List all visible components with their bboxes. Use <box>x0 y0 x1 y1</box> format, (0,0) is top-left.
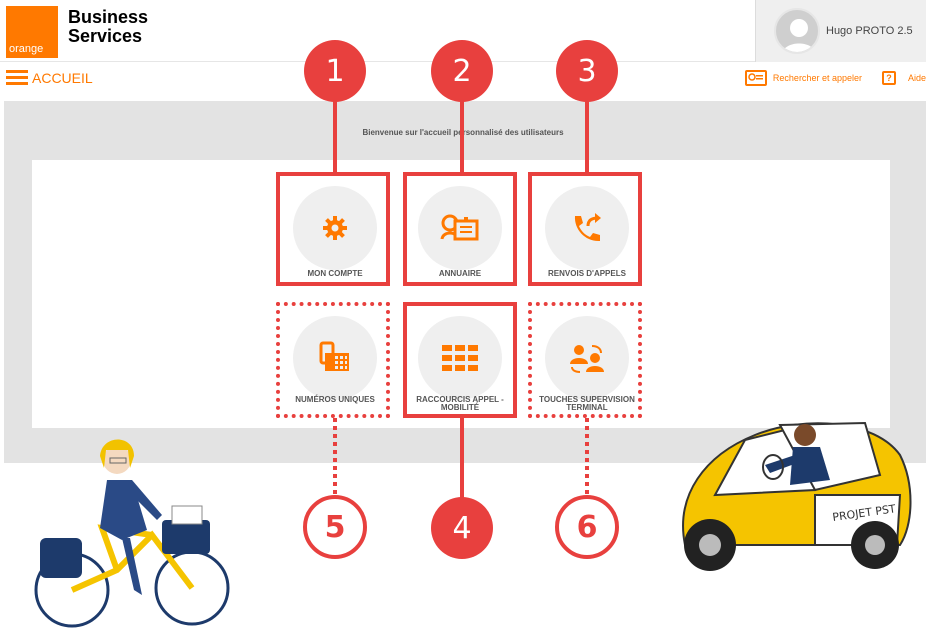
hamburger-menu-icon[interactable] <box>6 70 28 86</box>
badge-6: 6 <box>555 495 619 559</box>
highlight-frame-3 <box>528 172 642 286</box>
badge-4: 4 <box>431 497 493 559</box>
brand-line-2: Services <box>68 26 143 46</box>
help-link[interactable]: Aide <box>908 73 926 83</box>
connector-6 <box>585 418 589 498</box>
highlight-frame-6 <box>528 302 642 418</box>
help-icon[interactable]: ? <box>881 71 896 85</box>
user-menu[interactable]: Hugo PROTO 2.5 <box>755 0 926 62</box>
highlight-frame-2 <box>403 172 517 286</box>
brand-name: Business Services <box>68 8 148 46</box>
search-call-link[interactable]: Rechercher et appeler <box>773 73 862 83</box>
highlight-frame-4 <box>403 302 517 418</box>
badge-3: 3 <box>556 40 618 102</box>
highlight-frame-1 <box>276 172 390 286</box>
avatar[interactable] <box>774 8 820 54</box>
brand-line-1: Business <box>68 7 149 27</box>
page: { "header": { "logo_text": "orange", "br… <box>0 0 926 641</box>
highlight-frame-5 <box>276 302 390 418</box>
badge-2: 2 <box>431 40 493 102</box>
connector-5 <box>333 418 337 498</box>
badge-1: 1 <box>304 40 366 102</box>
user-name: Hugo PROTO 2.5 <box>826 25 913 37</box>
page-title[interactable]: ACCUEIL <box>32 70 93 86</box>
connector-2 <box>460 100 464 172</box>
postman-car-illustration: PROJET PST <box>682 421 912 571</box>
user-silhouette-icon <box>782 19 816 52</box>
badge-5: 5 <box>303 495 367 559</box>
orange-logo[interactable]: orange <box>6 6 58 58</box>
nav-actions: Rechercher et appeler ? Aide <box>744 68 926 88</box>
connector-1 <box>333 100 337 172</box>
connector-4 <box>460 418 464 498</box>
search-call-icon[interactable] <box>744 70 767 86</box>
connector-3 <box>585 100 589 172</box>
postwoman-bicycle-illustration <box>34 439 230 628</box>
logo-text: orange <box>9 43 44 55</box>
